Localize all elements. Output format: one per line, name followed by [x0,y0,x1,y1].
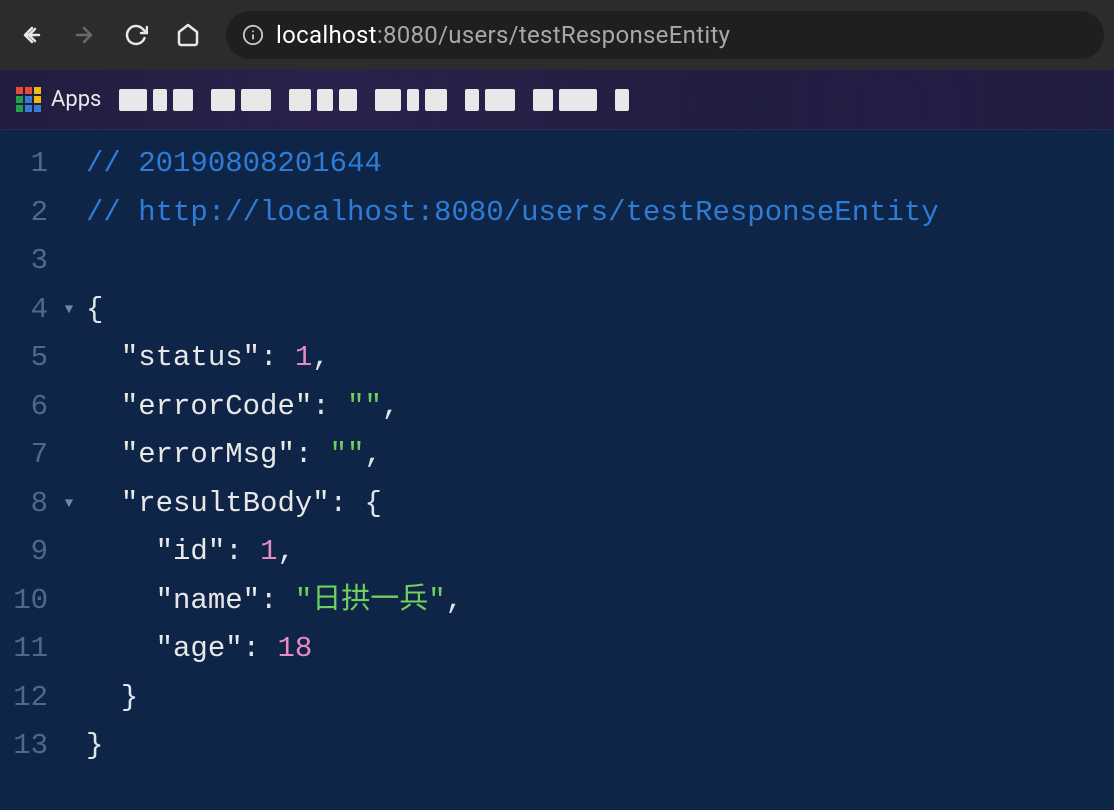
bookmark-item[interactable] [533,89,597,111]
line-number: 13 [0,722,48,771]
json-comment: // http://localhost:8080/users/testRespo… [86,196,939,229]
line-number: 9 [0,528,48,577]
bookmark-item[interactable] [119,89,193,111]
url-port: :8080 [377,21,438,49]
url-host: localhost [276,21,377,49]
line-number: 1 [0,140,48,189]
fold-gutter: ▼ ▼ [56,130,82,771]
bookmarks-bar: Apps [0,70,1114,130]
line-number: 3 [0,237,48,286]
browser-toolbar: localhost:8080/users/testResponseEntity [0,0,1114,70]
line-number: 4 [0,286,48,335]
url-path: /users/testResponseEntity [438,21,730,49]
line-number: 8 [0,480,48,529]
arrow-right-icon [72,23,96,47]
json-number: 1 [295,341,312,374]
apps-label: Apps [51,87,101,112]
json-brace: { [364,487,381,520]
bookmark-item[interactable] [465,89,515,111]
site-info-icon[interactable] [242,24,264,46]
line-number: 10 [0,577,48,626]
fold-toggle-icon[interactable]: ▼ [56,286,82,335]
json-key: "id" [156,535,226,568]
json-brace: { [86,293,103,326]
line-number: 6 [0,383,48,432]
line-number: 7 [0,431,48,480]
json-key: "status" [121,341,260,374]
json-key: "errorMsg" [121,438,295,471]
bookmark-item[interactable] [375,89,447,111]
apps-button[interactable]: Apps [16,87,101,112]
reload-button[interactable] [114,13,158,57]
forward-button[interactable] [62,13,106,57]
json-string: "" [330,438,365,471]
json-comment: // 20190808201644 [86,147,382,180]
bookmark-items [119,89,1098,111]
json-viewer: 1 2 3 4 5 6 7 8 9 10 11 12 13 ▼ ▼ // 201… [0,130,1114,771]
json-key: "age" [156,632,243,665]
line-number: 11 [0,625,48,674]
json-key: "name" [156,584,260,617]
apps-grid-icon [16,87,41,112]
json-number: 1 [260,535,277,568]
json-brace: } [121,681,138,714]
json-key: "errorCode" [121,390,312,423]
bookmark-item[interactable] [289,89,357,111]
reload-icon [124,23,148,47]
line-number: 5 [0,334,48,383]
json-key: "resultBody" [121,487,330,520]
back-button[interactable] [10,13,54,57]
home-button[interactable] [166,13,210,57]
code-content[interactable]: // 20190808201644 // http://localhost:80… [82,130,939,771]
json-brace: } [86,729,103,762]
json-string: "" [347,390,382,423]
url-text: localhost:8080/users/testResponseEntity [276,21,730,49]
line-number: 2 [0,189,48,238]
fold-toggle-icon[interactable]: ▼ [56,480,82,529]
bookmark-item[interactable] [615,89,629,111]
arrow-left-icon [20,23,44,47]
bookmark-item[interactable] [211,89,271,111]
json-number: 18 [277,632,312,665]
address-bar[interactable]: localhost:8080/users/testResponseEntity [226,11,1104,59]
line-number: 12 [0,674,48,723]
json-string: "日拱一兵" [295,584,446,617]
home-icon [176,23,200,47]
line-number-gutter: 1 2 3 4 5 6 7 8 9 10 11 12 13 [0,130,56,771]
